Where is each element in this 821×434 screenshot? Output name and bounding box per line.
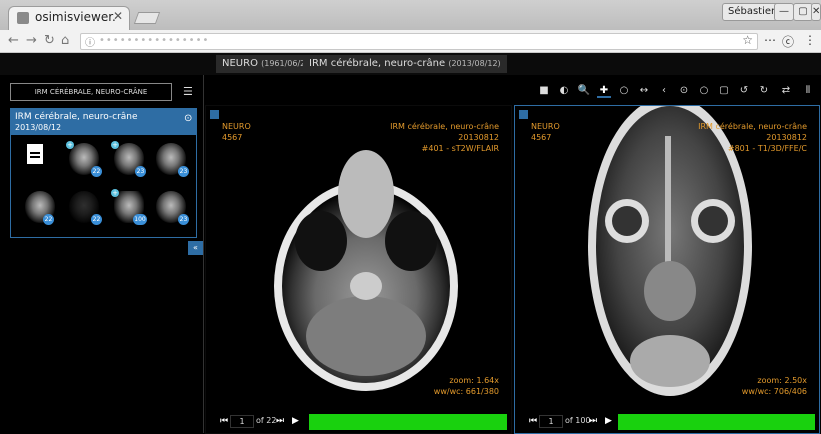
zoom-level: zoom: 2.50x xyxy=(757,376,807,385)
bookmark-star-icon[interactable]: ☆ xyxy=(742,33,753,47)
image-count-badge: 23 xyxy=(135,166,146,177)
circle-roi-icon[interactable]: ○ xyxy=(697,85,711,96)
viewport-2[interactable]: NEURO 4567 IRM cérébrale, neuro-crâne 20… xyxy=(514,105,820,434)
close-tab-icon[interactable]: ✕ xyxy=(113,9,123,23)
image-count: of 22 xyxy=(256,416,277,425)
settings-icon[interactable]: ⫴ xyxy=(801,85,815,96)
favicon-icon xyxy=(17,12,29,24)
viewport-select-icon[interactable] xyxy=(210,110,219,119)
series-description: #401 - sT2W/FLAIR xyxy=(421,144,499,153)
play-icon[interactable]: ▶ xyxy=(292,416,299,426)
rotate-left-icon[interactable]: ↺ xyxy=(737,85,751,96)
plus-icon: + xyxy=(111,141,119,149)
plus-icon: + xyxy=(111,189,119,197)
viewport-1[interactable]: NEURO 4567 IRM cérébrale, neuro-crâne 20… xyxy=(205,105,512,434)
rotate-right-icon[interactable]: ↻ xyxy=(757,85,771,96)
new-tab-button[interactable] xyxy=(133,12,161,24)
menu-icon[interactable]: ⋮ xyxy=(804,33,816,47)
contrast-icon[interactable]: ◐ xyxy=(557,85,571,96)
series-navigation: ⏮ 1 of 22 ⏭ ▶ xyxy=(206,411,511,433)
layout-icon[interactable]: ■ xyxy=(537,85,551,96)
study-date: 20130812 xyxy=(766,133,807,142)
tool-toolbar: ■ ◐ 🔍 ✚ ○ ↔ ‹ ⊙ ○ ▢ ↺ ↻ ⇄ ⫴ xyxy=(535,83,821,101)
image-count-badge: 100 xyxy=(133,214,147,225)
url-text: •••••••••••••••• xyxy=(99,35,210,46)
plus-icon: + xyxy=(66,141,74,149)
image-count-badge: 23 xyxy=(178,214,189,225)
reload-icon[interactable]: ↻ xyxy=(44,33,55,48)
last-image-icon[interactable]: ⏭ xyxy=(276,416,284,426)
image-count-badge: 22 xyxy=(43,214,54,225)
tab-study[interactable]: IRM cérébrale, neuro-crâne (2013/08/12) xyxy=(303,55,507,73)
address-bar[interactable]: ⓘ •••••••••••••••• ☆ xyxy=(80,33,758,50)
collapse-sidebar-button[interactable]: « xyxy=(188,241,203,255)
study-title: IRM cérébrale, neuro-crâne xyxy=(15,112,138,122)
image-index-input[interactable]: 1 xyxy=(230,415,254,428)
study-description: IRM cérébrale, neuro-crâne xyxy=(698,122,807,131)
forward-icon[interactable]: → xyxy=(26,33,37,48)
browser-tab[interactable]: osimisviewer.osimis ✕ xyxy=(8,6,130,31)
info-icon[interactable]: ⓘ xyxy=(85,34,95,49)
ellipse-icon[interactable]: ○ xyxy=(617,85,631,96)
maximize-button[interactable]: ▢ xyxy=(793,3,813,21)
viewer-app: NEURO (1961/06/28) IRM cérébrale, neuro-… xyxy=(0,53,821,434)
mri-axial-image xyxy=(274,150,458,391)
patient-name: NEURO xyxy=(222,122,251,131)
image-count-badge: 22 xyxy=(91,166,102,177)
extension-icon[interactable]: ⋯ xyxy=(764,33,776,47)
series-description: #801 - T1/3D/FFE/C xyxy=(727,144,807,153)
study-header[interactable]: IRM cérébrale, neuro-crâne 2013/08/12 ⊙ xyxy=(11,109,196,135)
window-level: ww/wc: 706/406 xyxy=(741,387,807,396)
close-window-button[interactable]: ✕ xyxy=(811,3,821,21)
patient-id: 4567 xyxy=(222,133,243,142)
study-date: 20130812 xyxy=(458,133,499,142)
probe-icon[interactable]: ⊙ xyxy=(677,85,691,96)
document-icon[interactable] xyxy=(27,144,43,164)
browser-titlebar: osimisviewer.osimis ✕ Sébastien — ▢ ✕ xyxy=(0,0,821,31)
patient-name: NEURO xyxy=(531,122,560,131)
first-image-icon[interactable]: ⏮ xyxy=(220,416,228,426)
patient-tab-label: NEURO xyxy=(222,58,258,69)
study-sidebar: IRM CÉRÉBRALE, NEURO-CRÂNE ☰ IRM cérébra… xyxy=(0,75,204,433)
window-level: ww/wc: 661/380 xyxy=(433,387,499,396)
flip-icon[interactable]: ⇄ xyxy=(779,85,793,96)
first-image-icon[interactable]: ⏮ xyxy=(529,416,537,426)
extension-icon-2[interactable]: ⓒ xyxy=(782,33,794,50)
study-date: 2013/08/12 xyxy=(15,123,62,132)
browser-toolbar: ← → ↻ ⌂ ⓘ •••••••••••••••• ☆ ⋯ ⓒ ⋮ xyxy=(0,30,821,53)
angle-icon[interactable]: ‹ xyxy=(657,85,671,96)
study-selector[interactable]: IRM CÉRÉBRALE, NEURO-CRÂNE xyxy=(10,83,172,101)
image-count: of 100 xyxy=(565,416,591,425)
series-navigation: ⏮ 1 of 100 ⏭ ▶ xyxy=(515,411,819,433)
length-icon[interactable]: ↔ xyxy=(637,85,651,96)
home-icon[interactable]: ⌂ xyxy=(61,33,69,48)
minimize-button[interactable]: — xyxy=(774,3,794,21)
patient-id: 4567 xyxy=(531,133,552,142)
image-count-badge: 22 xyxy=(91,214,102,225)
list-view-icon[interactable]: ☰ xyxy=(183,85,193,98)
pan-icon[interactable]: ✚ xyxy=(597,85,611,98)
tab-title: osimisviewer.osimis xyxy=(35,10,115,24)
patient-tabbar: NEURO (1961/06/28) IRM cérébrale, neuro-… xyxy=(0,53,821,75)
loading-progress-bar[interactable] xyxy=(618,414,815,430)
zoom-icon[interactable]: 🔍 xyxy=(577,85,591,96)
back-icon[interactable]: ← xyxy=(8,33,19,48)
last-image-icon[interactable]: ⏭ xyxy=(589,416,597,426)
study-card[interactable]: IRM cérébrale, neuro-crâne 2013/08/12 ⊙ … xyxy=(10,108,197,238)
loading-progress-bar[interactable] xyxy=(309,414,507,430)
viewport-select-icon[interactable] xyxy=(519,110,528,119)
zoom-level: zoom: 1.64x xyxy=(449,376,499,385)
play-icon[interactable]: ▶ xyxy=(605,416,612,426)
rectangle-roi-icon[interactable]: ▢ xyxy=(717,85,731,96)
image-count-badge: 23 xyxy=(178,166,189,177)
download-icon[interactable]: ⊙ xyxy=(184,113,192,124)
study-description: IRM cérébrale, neuro-crâne xyxy=(390,122,499,131)
study-tab-date: (2013/08/12) xyxy=(448,59,501,68)
study-tab-label: IRM cérébrale, neuro-crâne xyxy=(309,58,446,69)
image-index-input[interactable]: 1 xyxy=(539,415,563,428)
